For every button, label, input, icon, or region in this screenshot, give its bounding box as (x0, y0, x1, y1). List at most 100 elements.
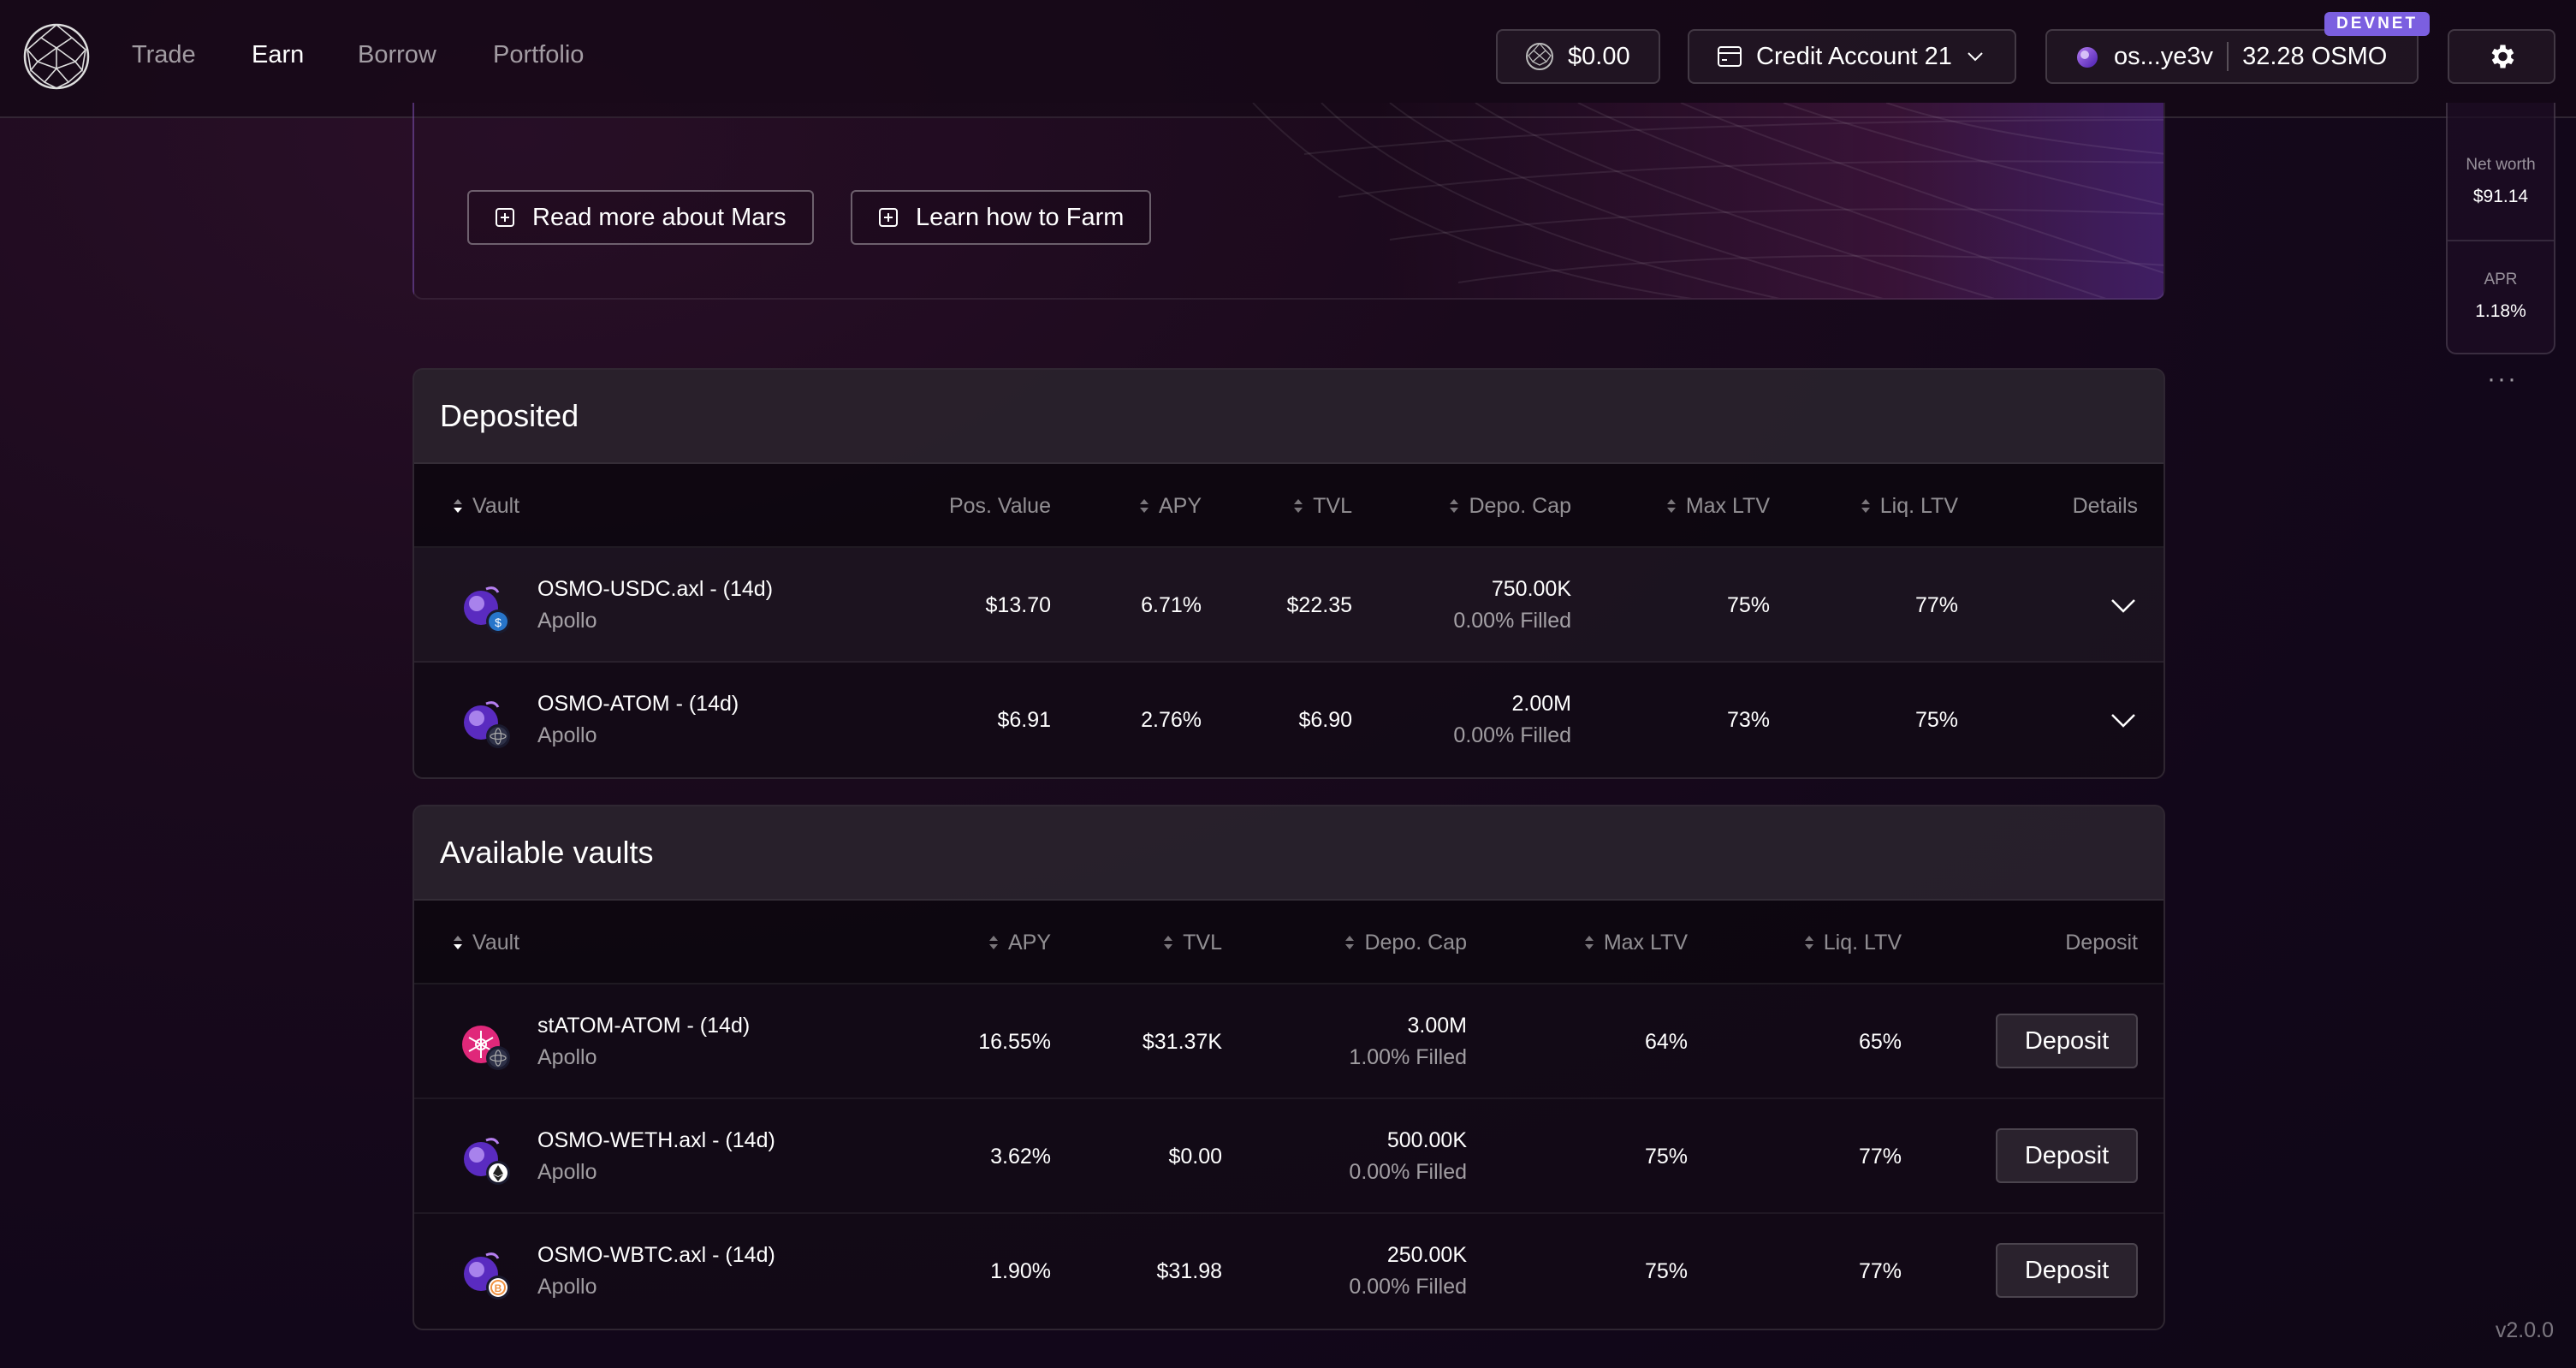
osmo-wbtc-vault-icon: B (464, 1252, 510, 1300)
settings-button[interactable] (2448, 29, 2555, 84)
deposit-button[interactable]: Deposit (1996, 1243, 2138, 1298)
depo-cap-cell: 2.00M 0.00% Filled (1453, 692, 1571, 747)
max-ltv-cell: 75% (1726, 592, 1770, 617)
sort-icon (1804, 936, 1813, 949)
nav-earn[interactable]: Earn (252, 41, 304, 69)
col-max-ltv[interactable]: Max LTV (1583, 901, 1688, 984)
table-row[interactable]: OSMO-WETH.axl - (14d) Apollo 3.62% $0.00… (414, 1099, 2163, 1214)
credit-account-selector[interactable]: Credit Account 21 (1688, 29, 2016, 84)
apy-cell: 1.90% (990, 1258, 1051, 1283)
chevron-down-icon (1968, 52, 1983, 62)
deposited-table-header: Vault Pos. Value APY TVL Depo. Cap Max L… (414, 464, 2163, 548)
plus-square-icon (496, 208, 514, 227)
deposited-title: Deposited (414, 370, 2163, 464)
sort-icon (1450, 499, 1459, 513)
sort-icon (988, 936, 998, 949)
tvl-cell: $22.35 (1286, 592, 1352, 617)
deposit-button[interactable]: Deposit (1996, 1014, 2138, 1068)
pos-value-cell: $6.91 (997, 707, 1051, 732)
liq-ltv-cell: 77% (1858, 1258, 1902, 1283)
apy-cell: 2.76% (1141, 707, 1202, 732)
col-tvl[interactable]: TVL (1162, 901, 1222, 984)
apy-cell: 16.55% (978, 1029, 1051, 1054)
network-badge: DEVNET (2324, 12, 2431, 36)
table-row[interactable]: $ OSMO-USDC.axl - (14d) Apollo $13.70 6.… (414, 548, 2163, 663)
col-liq-ltv[interactable]: Liq. LTV (1860, 464, 1958, 548)
net-worth-value: $91.14 (2472, 187, 2529, 206)
chevron-down-icon[interactable] (2109, 591, 2138, 620)
wallet-balance: 32.28 OSMO (2242, 42, 2388, 70)
col-liq-ltv[interactable]: Liq. LTV (1803, 901, 1902, 984)
deposited-vaults-card: Deposited Vault Pos. Value APY TVL Depo.… (413, 368, 2165, 779)
read-more-mars-label: Read more about Mars (532, 203, 786, 231)
available-title: Available vaults (414, 806, 2163, 901)
col-apy[interactable]: APY (988, 901, 1051, 984)
more-options-icon[interactable]: ··· (2487, 365, 2518, 394)
app-version: v2.0.0 (2495, 1318, 2554, 1342)
sort-icon (1861, 499, 1870, 513)
depo-cap-cell: 3.00M 1.00% Filled (1349, 1014, 1467, 1069)
wallet-button[interactable]: os...ye3v 32.28 OSMO (2045, 29, 2419, 84)
col-vault[interactable]: Vault (452, 464, 519, 548)
max-ltv-cell: 64% (1644, 1029, 1688, 1054)
top-nav-bar: Trade Earn Borrow Portfolio $0.00 Credit… (0, 0, 2576, 118)
apy-cell: 3.62% (990, 1144, 1051, 1169)
plus-square-icon (879, 208, 898, 227)
pos-value-cell: $13.70 (985, 592, 1051, 617)
vault-name-cell: OSMO-WBTC.axl - (14d) Apollo (537, 1243, 775, 1299)
col-deposit: Deposit (2065, 930, 2138, 955)
vault-name-cell: OSMO-USDC.axl - (14d) Apollo (537, 577, 774, 633)
col-details: Details (2072, 493, 2138, 518)
liq-ltv-cell: 77% (1914, 592, 1958, 617)
sort-icon (1139, 499, 1149, 513)
credit-card-icon (1718, 46, 1742, 67)
mars-logo-icon[interactable] (22, 22, 91, 91)
wallet-divider (2227, 42, 2229, 71)
col-depo-cap[interactable]: Depo. Cap (1448, 464, 1571, 548)
net-worth-stat: Net worth $91.14 (2448, 156, 2554, 207)
mars-token-icon (1526, 43, 1553, 70)
net-worth-label: Net worth (2466, 156, 2536, 174)
sort-icon (1666, 499, 1676, 513)
table-row[interactable]: B OSMO-WBTC.axl - (14d) Apollo 1.90% $31… (414, 1214, 2163, 1329)
apy-cell: 6.71% (1141, 592, 1202, 617)
account-summary-panel[interactable]: Net worth $91.14 APR 1.18% (2446, 103, 2555, 354)
learn-farm-button[interactable]: Learn how to Farm (851, 190, 1152, 245)
table-row[interactable]: stATOM-ATOM - (14d) Apollo 16.55% $31.37… (414, 984, 2163, 1099)
svg-text:B: B (495, 1282, 502, 1294)
table-row[interactable]: OSMO-ATOM - (14d) Apollo $6.91 2.76% $6.… (414, 663, 2163, 777)
col-tvl[interactable]: TVL (1292, 464, 1352, 548)
max-ltv-cell: 73% (1726, 707, 1770, 732)
gear-icon (2491, 45, 2514, 68)
tvl-cell: $31.37K (1142, 1029, 1222, 1054)
liq-ltv-cell: 77% (1858, 1144, 1902, 1169)
svg-text:$: $ (495, 616, 502, 629)
nav-borrow[interactable]: Borrow (358, 41, 436, 69)
col-depo-cap[interactable]: Depo. Cap (1344, 901, 1467, 984)
nav-portfolio[interactable]: Portfolio (493, 41, 584, 69)
nav-trade[interactable]: Trade (132, 41, 196, 69)
col-max-ltv[interactable]: Max LTV (1665, 464, 1770, 548)
col-apy[interactable]: APY (1138, 464, 1202, 548)
col-vault[interactable]: Vault (452, 901, 519, 984)
apr-stat: APR 1.18% (2448, 271, 2554, 322)
osmo-usdc-vault-icon: $ (464, 586, 510, 633)
statom-atom-vault-icon (462, 1026, 510, 1070)
apr-value: 1.18% (2475, 301, 2526, 321)
sort-desc-icon (454, 936, 462, 949)
tvl-cell: $31.98 (1156, 1258, 1222, 1283)
sort-icon (1584, 936, 1594, 949)
chevron-down-icon[interactable] (2109, 705, 2138, 735)
depo-cap-cell: 250.00K 0.00% Filled (1349, 1243, 1467, 1299)
balance-button[interactable]: $0.00 (1496, 29, 1660, 84)
liq-ltv-cell: 65% (1858, 1029, 1902, 1054)
deposit-button[interactable]: Deposit (1996, 1128, 2138, 1183)
depo-cap-cell: 500.00K 0.00% Filled (1349, 1128, 1467, 1184)
col-pos-value[interactable]: Pos. Value (949, 464, 1051, 548)
available-table-header: Vault APY TVL Depo. Cap Max LTV Liq. LTV… (414, 901, 2163, 984)
read-more-mars-button[interactable]: Read more about Mars (467, 190, 814, 245)
learn-farm-label: Learn how to Farm (916, 203, 1125, 231)
sort-icon (1345, 936, 1355, 949)
tvl-cell: $0.00 (1168, 1144, 1222, 1169)
vault-name-cell: OSMO-ATOM - (14d) Apollo (537, 692, 739, 747)
